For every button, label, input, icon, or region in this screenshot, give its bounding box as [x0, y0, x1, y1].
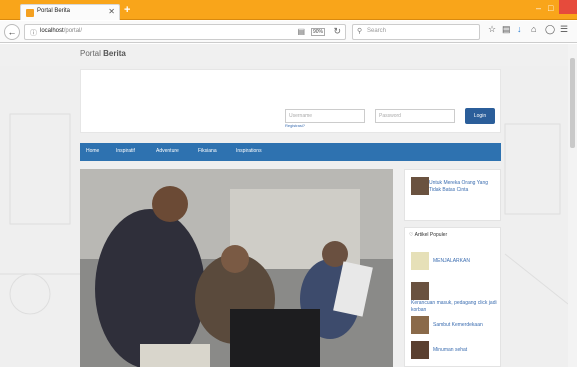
- address-bar[interactable]: ⓘ localhost/portal/ ▤ 90% ↻: [24, 24, 346, 40]
- nav-home[interactable]: Home: [86, 148, 99, 154]
- sidebar: Untuk Mereka Orang Yang Tidak Batas Cint…: [404, 169, 501, 367]
- search-input[interactable]: ⚲ Search: [352, 24, 480, 40]
- popular-thumbnail: [411, 316, 429, 334]
- register-link[interactable]: Registrasi?: [285, 123, 305, 128]
- bookmark-star-icon[interactable]: ☆: [488, 24, 496, 35]
- popular-thumbnail: [411, 282, 429, 300]
- minimize-icon[interactable]: –: [536, 3, 541, 13]
- popular-articles-box: ♡ Artikel Populer MENJALARKAN Kerancuan …: [404, 227, 501, 367]
- window-close-button[interactable]: [559, 0, 577, 14]
- menu-icon[interactable]: ☰: [560, 24, 568, 35]
- reader-view-icon[interactable]: ▤: [297, 27, 305, 36]
- popular-item[interactable]: Kerancuan masuk, pedagang click jadi kor…: [411, 300, 499, 314]
- reload-icon[interactable]: ↻: [333, 26, 341, 37]
- site-header: Portal Berita: [0, 44, 568, 66]
- info-icon[interactable]: ⓘ: [30, 28, 37, 38]
- clipboard-icon[interactable]: ▤: [502, 24, 511, 35]
- tab-title: Portal Berita: [37, 8, 71, 14]
- main-nav: Home Inspiratif Adventure Fiksiana Inspi…: [80, 143, 501, 161]
- scrollbar-thumb[interactable]: [570, 58, 575, 148]
- nav-fiksiana[interactable]: Fiksiana: [198, 148, 217, 154]
- maximize-icon[interactable]: □: [548, 3, 553, 13]
- login-button[interactable]: Login: [465, 108, 495, 124]
- password-field[interactable]: Password: [375, 109, 455, 123]
- browser-tab-strip: Portal Berita ✕ + – □: [0, 0, 577, 20]
- featured-title[interactable]: Untuk Mereka Orang Yang Tidak Batas Cint…: [429, 180, 499, 194]
- nav-inspiratif[interactable]: Inspiratif: [116, 148, 135, 154]
- new-tab-button[interactable]: +: [124, 4, 130, 16]
- popular-item[interactable]: Sambut Kemerdekaan: [433, 322, 497, 329]
- popular-item[interactable]: MENJALARKAN: [433, 258, 497, 265]
- login-button-label: Login: [473, 113, 487, 119]
- nav-inspirations[interactable]: Inspirations: [236, 148, 262, 154]
- close-tab-icon[interactable]: ✕: [108, 7, 115, 16]
- page-viewport: Portal Berita Username Password Registra…: [0, 44, 568, 367]
- home-icon[interactable]: ⌂: [531, 24, 536, 34]
- search-placeholder: Search: [367, 28, 387, 34]
- login-panel: Username Password Registrasi? Login: [80, 69, 501, 133]
- popular-item[interactable]: Minuman sehat: [433, 347, 497, 354]
- featured-article-card[interactable]: Untuk Mereka Orang Yang Tidak Batas Cint…: [404, 169, 501, 221]
- page-scrollbar[interactable]: [568, 44, 577, 367]
- search-icon: ⚲: [357, 28, 363, 35]
- back-arrow-icon[interactable]: ←: [4, 24, 20, 40]
- site-brand[interactable]: Portal Berita: [80, 49, 126, 58]
- zoom-indicator[interactable]: 90%: [310, 28, 325, 36]
- download-icon[interactable]: ↓: [517, 24, 522, 34]
- browser-tab[interactable]: Portal Berita ✕: [20, 4, 120, 20]
- featured-photo[interactable]: [80, 169, 393, 367]
- featured-thumbnail: [411, 177, 429, 195]
- username-field[interactable]: Username: [285, 109, 365, 123]
- favicon-icon: [26, 9, 34, 17]
- popular-thumbnail: [411, 341, 429, 359]
- nav-adventure[interactable]: Adventure: [156, 148, 179, 154]
- popular-thumbnail: [411, 252, 429, 270]
- featured-photo-image: [80, 169, 393, 367]
- pocket-icon[interactable]: ◯: [545, 24, 555, 35]
- popular-heading: ♡ Artikel Populer: [409, 232, 448, 238]
- url-text: localhost/portal/: [40, 28, 83, 34]
